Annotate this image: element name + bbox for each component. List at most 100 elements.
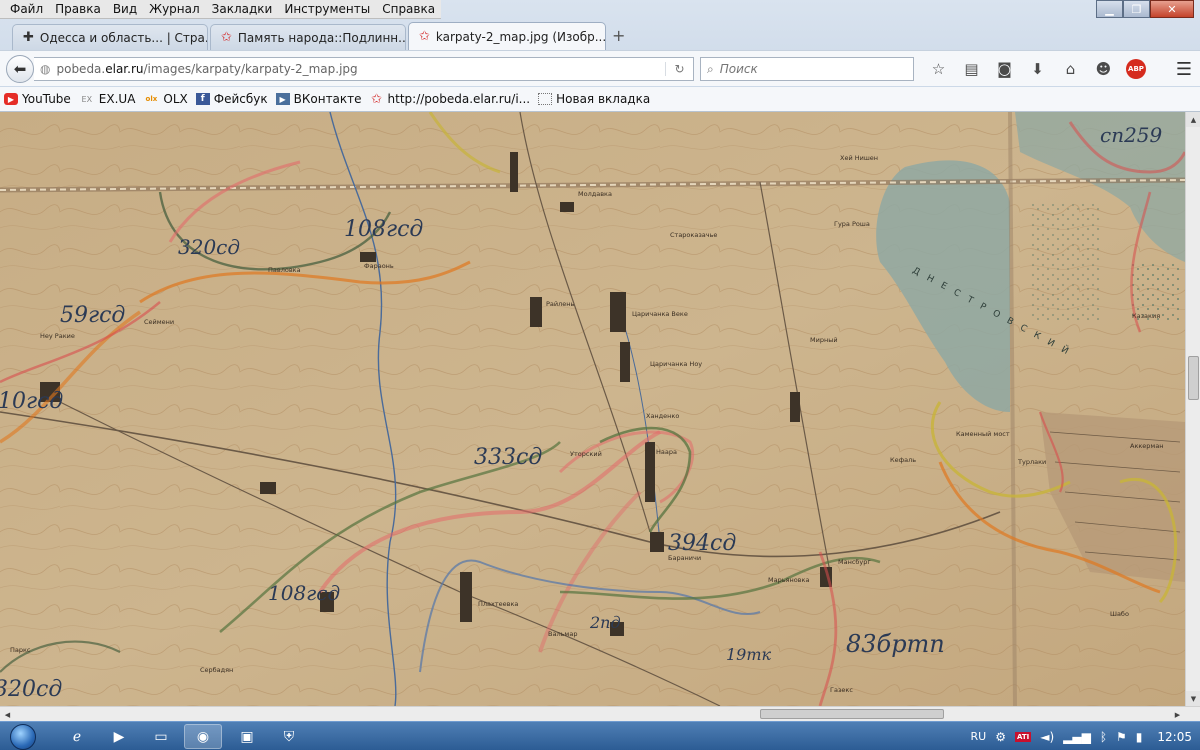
scroll-down-icon[interactable]: ▼ [1186, 691, 1200, 706]
red-star-icon: ✩ [371, 91, 382, 107]
map-image[interactable]: 108гсд 320сд 59гсд 10гсд 333сд 394сд 108… [0, 112, 1185, 706]
tab-title: Одесса и область... | Стра... [39, 30, 208, 45]
address-bar[interactable]: ◍ pobeda.elar.ru/images/karpaty/karpaty-… [34, 57, 694, 81]
scroll-right-icon[interactable]: ▶ [1170, 707, 1185, 722]
tab-pamyat-naroda[interactable]: ✩ Память народа::Подлинн... ✕ [210, 24, 406, 50]
place-name: Газекс [830, 686, 853, 694]
scroll-up-icon[interactable]: ▲ [1186, 112, 1200, 127]
new-tab-button[interactable]: + [612, 26, 625, 45]
bookmark-pobeda[interactable]: ✩ http://pobeda.elar.ru/i... [370, 91, 530, 107]
chat-icon[interactable]: ☻ [1087, 57, 1120, 81]
place-name: Турлаки [1017, 458, 1046, 466]
vk-icon: ▶ [275, 93, 290, 105]
bookmark-youtube[interactable]: ▶ YouTube [4, 92, 71, 106]
language-indicator[interactable]: RU [970, 730, 986, 743]
ie-icon[interactable]: ℯ [58, 724, 96, 749]
unit-label: 320сд [0, 677, 62, 702]
tab-title: Память народа::Подлинн... [237, 30, 406, 45]
bookmark-facebook[interactable]: f Фейсбук [195, 92, 268, 106]
place-name: Царичанка Ноу [650, 360, 702, 368]
ati-icon[interactable]: ATI [1014, 731, 1032, 742]
firefox-icon[interactable]: ◉ [184, 724, 222, 749]
place-name: Гура Роша [834, 220, 870, 228]
unit-label: 394сд [668, 531, 736, 556]
volume-icon[interactable]: ◄) [1040, 730, 1054, 744]
menu-bookmarks[interactable]: Закладки [206, 0, 279, 19]
place-name: Кефаль [890, 456, 916, 464]
download-icon[interactable]: ⬇ [1021, 57, 1054, 81]
signal-icon[interactable]: ▂▄▆ [1063, 730, 1091, 744]
menu-view[interactable]: Вид [107, 0, 143, 19]
unit-label: 83бртп [846, 630, 945, 658]
menu-help[interactable]: Справка [376, 0, 441, 19]
place-name: Каменный мост [956, 430, 1010, 438]
battery-icon[interactable]: ▮ [1136, 730, 1143, 744]
tab-odessa[interactable]: ✚ Одесса и область... | Стра... ✕ [12, 24, 208, 50]
media-player-icon[interactable]: ▶ [100, 724, 138, 749]
bookmark-olx[interactable]: olx OLX [143, 92, 188, 106]
close-window-button[interactable]: ✕ [1150, 0, 1194, 18]
hamburger-menu-icon[interactable]: ☰ [1176, 59, 1192, 80]
bookmark-star-icon[interactable]: ☆ [922, 57, 955, 81]
red-star-icon: ✩ [419, 29, 430, 44]
place-name: Уторский [570, 450, 602, 458]
reading-list-icon[interactable]: ▤ [955, 57, 988, 81]
menu-history[interactable]: Журнал [143, 0, 206, 19]
bookmarks-bar: ▶ YouTube EX EX.UA olx OLX f Фейсбук ▶ В… [0, 87, 1200, 112]
adblock-icon[interactable]: ABP [1126, 59, 1146, 79]
map-canvas: 108гсд 320сд 59гсд 10гсд 333сд 394сд 108… [0, 112, 1185, 706]
vertical-scrollbar[interactable]: ▲ ▼ [1185, 112, 1200, 706]
reload-icon[interactable]: ↻ [665, 62, 693, 76]
place-name: Марьяновка [768, 576, 809, 584]
window-controls: ▁ ❐ ✕ [1096, 0, 1194, 18]
place-name: Вальмар [548, 630, 577, 638]
flag-icon[interactable]: ⚑ [1116, 730, 1127, 744]
home-icon[interactable]: ⌂ [1054, 57, 1087, 81]
navigation-bar: ⬅ ◍ pobeda.elar.ru/images/karpaty/karpat… [0, 50, 1200, 86]
bluetooth-icon[interactable]: ᛒ [1100, 730, 1107, 744]
search-icon: ⌕ [707, 61, 714, 76]
place-name: Молдавка [578, 190, 612, 198]
place-name: Сеймени [144, 318, 174, 326]
menu-bar: Файл Правка Вид Журнал Закладки Инструме… [0, 0, 442, 19]
windows-logo-icon [10, 723, 36, 750]
search-box[interactable]: ⌕ [700, 57, 914, 81]
place-name: Паркс [10, 646, 31, 654]
vertical-scroll-thumb[interactable] [1188, 356, 1199, 400]
unit-label: 2пд [589, 613, 621, 632]
place-name: Мансбург [838, 558, 871, 566]
horizontal-scroll-thumb[interactable] [760, 709, 944, 719]
tab-title: karpaty-2_map.jpg (Изобр... [435, 29, 606, 44]
antivirus-icon[interactable]: ⛨ [270, 724, 308, 749]
place-name: Бараничи [668, 554, 701, 562]
start-button[interactable] [6, 722, 40, 750]
network-icon[interactable]: ⚙ [995, 730, 1006, 744]
tab-karpaty-map[interactable]: ✩ karpaty-2_map.jpg (Изобр... ✕ [408, 22, 606, 50]
unit-label: сп259 [1100, 123, 1163, 147]
back-button[interactable]: ⬅ [6, 55, 34, 83]
bookmark-new-tab[interactable]: Новая вкладка [538, 92, 650, 106]
bookmark-vk[interactable]: ▶ ВКонтакте [275, 92, 362, 106]
unit-label: 333сд [474, 445, 542, 470]
scroll-left-icon[interactable]: ◀ [0, 707, 15, 722]
place-name: Павловка [268, 266, 301, 274]
bookmark-exua[interactable]: EX EX.UA [79, 92, 136, 106]
search-input[interactable] [719, 62, 890, 76]
clock[interactable]: 12:05 [1157, 730, 1192, 744]
restore-button[interactable]: ❐ [1123, 0, 1150, 18]
globe-icon: ◍ [40, 62, 51, 76]
unit-label: 108гсд [268, 581, 340, 605]
place-name: Царичанка Веке [632, 310, 688, 318]
menu-file[interactable]: Файл [4, 0, 49, 19]
menu-edit[interactable]: Правка [49, 0, 107, 19]
menu-tools[interactable]: Инструменты [278, 0, 376, 19]
pocket-icon[interactable]: ◙ [988, 57, 1021, 81]
save-icon[interactable]: ▣ [228, 724, 266, 749]
tab-strip: ✚ Одесса и область... | Стра... ✕ ✩ Памя… [0, 20, 1200, 50]
olx-icon: olx [145, 95, 158, 103]
explorer-icon[interactable]: ▭ [142, 724, 180, 749]
unit-label: 10гсд [0, 389, 63, 414]
place-name: Казакия [1132, 312, 1160, 320]
horizontal-scrollbar[interactable]: ◀ ▶ [0, 706, 1200, 721]
minimize-button[interactable]: ▁ [1096, 0, 1123, 18]
